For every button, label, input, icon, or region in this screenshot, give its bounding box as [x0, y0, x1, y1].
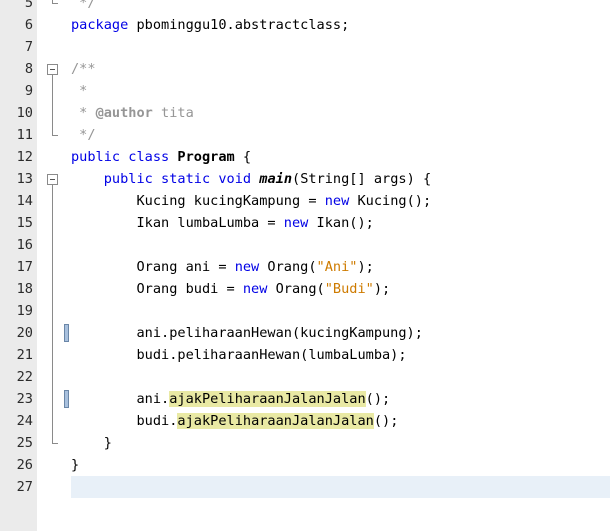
line-number: 20: [16, 325, 33, 341]
line-number: 24: [16, 413, 33, 429]
code-text[interactable]: }: [71, 432, 112, 454]
line-number: 6: [24, 17, 33, 33]
fold-toggle-main[interactable]: [47, 174, 58, 185]
line-number: 18: [16, 281, 33, 297]
code-text[interactable]: public static void main(String[] args) {: [71, 168, 431, 190]
code-text[interactable]: public class Program {: [71, 146, 251, 168]
fold-toggle-comment[interactable]: [47, 64, 58, 75]
code-text[interactable]: }: [71, 454, 79, 476]
line-number: 27: [16, 479, 33, 495]
code-text[interactable]: package pbominggu10.abstractclass;: [71, 14, 349, 36]
code-line[interactable]: 11 */: [0, 124, 610, 146]
code-text[interactable]: */: [71, 0, 95, 14]
line-number: 5: [24, 0, 33, 11]
code-line[interactable]: 21 budi.peliharaanHewan(lumbaLumba);: [0, 344, 610, 366]
change-marker[interactable]: [64, 390, 69, 408]
fold-guide-comment-end: [52, 135, 58, 136]
line-number: 15: [16, 215, 33, 231]
code-line[interactable]: 27: [0, 476, 610, 498]
code-line[interactable]: 25 }: [0, 432, 610, 454]
code-text[interactable]: Ikan lumbaLumba = new Ikan();: [71, 212, 373, 234]
code-text[interactable]: ani.peliharaanHewan(kucingKampung);: [71, 322, 422, 344]
code-text[interactable]: Kucing kucingKampung = new Kucing();: [71, 190, 431, 212]
code-line[interactable]: 23 ani.ajakPeliharaanJalanJalan();: [0, 388, 610, 410]
code-line[interactable]: 26}: [0, 454, 610, 476]
line-number: 25: [16, 435, 33, 451]
line-number: 12: [16, 149, 33, 165]
line-number: 8: [24, 61, 33, 77]
code-line[interactable]: 20 ani.peliharaanHewan(kucingKampung);: [0, 322, 610, 344]
code-line[interactable]: 22: [0, 366, 610, 388]
code-text[interactable]: * @author tita: [71, 102, 194, 124]
code-line[interactable]: 14 Kucing kucingKampung = new Kucing();: [0, 190, 610, 212]
code-line[interactable]: 5 */: [0, 0, 610, 14]
line-number: 13: [16, 171, 33, 187]
code-line[interactable]: 19: [0, 300, 610, 322]
code-line[interactable]: 15 Ikan lumbaLumba = new Ikan();: [0, 212, 610, 234]
code-text[interactable]: *: [71, 80, 87, 102]
line-number: 22: [16, 369, 33, 385]
line-number: 16: [16, 237, 33, 253]
code-line[interactable]: 8 /**: [0, 58, 610, 80]
code-text[interactable]: Orang budi = new Orang("Budi");: [71, 278, 390, 300]
code-line[interactable]: 9 *: [0, 80, 610, 102]
fold-guide-end: [52, 3, 58, 4]
line-number: 11: [16, 127, 33, 143]
line-number: 21: [16, 347, 33, 363]
line-number: 9: [24, 83, 33, 99]
fold-guide-main-end: [52, 443, 58, 444]
code-line[interactable]: 24 budi.ajakPeliharaanJalanJalan();: [0, 410, 610, 432]
fold-guide-main: [52, 185, 53, 443]
code-line[interactable]: 7: [0, 36, 610, 58]
line-number: 17: [16, 259, 33, 275]
code-text[interactable]: budi.peliharaanHewan(lumbaLumba);: [71, 344, 406, 366]
code-text[interactable]: budi.ajakPeliharaanJalanJalan();: [71, 410, 398, 432]
code-text[interactable]: /**: [71, 58, 96, 80]
line-number: 23: [16, 391, 33, 407]
change-marker[interactable]: [64, 324, 69, 342]
code-line[interactable]: 16: [0, 234, 610, 256]
code-text[interactable]: ani.ajakPeliharaanJalanJalan();: [71, 388, 390, 410]
fold-guide-comment: [52, 75, 53, 135]
line-number: 26: [16, 457, 33, 473]
code-line[interactable]: 6 package pbominggu10.abstractclass;: [0, 14, 610, 36]
code-line[interactable]: 17 Orang ani = new Orang("Ani");: [0, 256, 610, 278]
code-line[interactable]: 18 Orang budi = new Orang("Budi");: [0, 278, 610, 300]
code-line[interactable]: 13 public static void main(String[] args…: [0, 168, 610, 190]
line-number: 10: [16, 105, 33, 121]
line-number: 19: [16, 303, 33, 319]
code-line[interactable]: 10 * @author tita: [0, 102, 610, 124]
code-line[interactable]: 12 public class Program {: [0, 146, 610, 168]
line-number: 7: [24, 39, 33, 55]
code-text[interactable]: */: [71, 124, 95, 146]
line-number: 14: [16, 193, 33, 209]
code-text[interactable]: Orang ani = new Orang("Ani");: [71, 256, 373, 278]
